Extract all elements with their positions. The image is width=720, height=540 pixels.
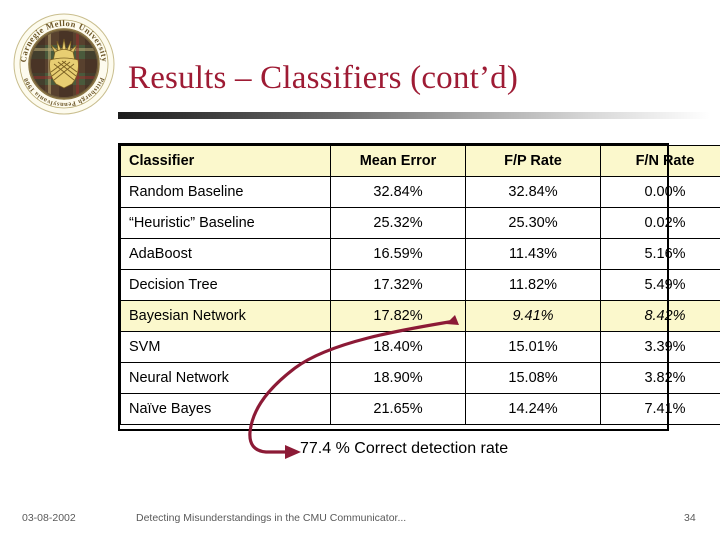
cell-fp-rate: 14.24% xyxy=(465,393,601,425)
cell-classifier: Neural Network xyxy=(120,362,331,394)
cell-classifier: Bayesian Network xyxy=(120,300,331,332)
cell-fn-rate: 5.49% xyxy=(600,269,720,301)
cell-mean-error: 25.32% xyxy=(330,207,466,239)
table-row: Neural Network 18.90% 15.08% 3.82% xyxy=(120,362,720,394)
cell-classifier: “Heuristic” Baseline xyxy=(120,207,331,239)
cell-mean-error: 32.84% xyxy=(330,176,466,208)
cell-mean-error: 21.65% xyxy=(330,393,466,425)
cell-fp-rate: 15.08% xyxy=(465,362,601,394)
table-row: “Heuristic” Baseline 25.32% 25.30% 0.02% xyxy=(120,207,720,239)
cell-mean-error: 18.40% xyxy=(330,331,466,363)
cell-classifier: Random Baseline xyxy=(120,176,331,208)
cell-fn-rate: 8.42% xyxy=(600,300,720,332)
cmu-seal-logo: Carnegie Mellon University Pittsburgh Pe… xyxy=(12,12,116,116)
table-row: Decision Tree 17.32% 11.82% 5.49% xyxy=(120,269,720,301)
table-row: SVM 18.40% 15.01% 3.39% xyxy=(120,331,720,363)
cell-classifier: AdaBoost xyxy=(120,238,331,270)
column-header-fp-rate: F/P Rate xyxy=(465,145,601,177)
table-row: Bayesian Network 17.82% 9.41% 8.42% xyxy=(120,300,720,332)
cell-fn-rate: 5.16% xyxy=(600,238,720,270)
cell-fn-rate: 3.82% xyxy=(600,362,720,394)
cell-fn-rate: 0.02% xyxy=(600,207,720,239)
table-row: AdaBoost 16.59% 11.43% 5.16% xyxy=(120,238,720,270)
detection-rate-caption: 77.4 % Correct detection rate xyxy=(300,440,509,457)
cell-fn-rate: 3.39% xyxy=(600,331,720,363)
title-divider-rule xyxy=(118,112,710,119)
results-table: Classifier Mean Error F/P Rate F/N Rate … xyxy=(120,145,720,425)
page-title: Results – Classifiers (cont’d) xyxy=(128,60,519,96)
cell-classifier: Decision Tree xyxy=(120,269,331,301)
cell-mean-error: 17.32% xyxy=(330,269,466,301)
cell-classifier: Naïve Bayes xyxy=(120,393,331,425)
cell-fp-rate: 15.01% xyxy=(465,331,601,363)
footer-date: 03-08-2002 xyxy=(22,512,76,524)
column-header-mean-error: Mean Error xyxy=(330,145,466,177)
cell-mean-error: 16.59% xyxy=(330,238,466,270)
cell-classifier: SVM xyxy=(120,331,331,363)
table-row: Naïve Bayes 21.65% 14.24% 7.41% xyxy=(120,393,720,425)
column-header-fn-rate: F/N Rate xyxy=(600,145,720,177)
cell-fp-rate: 32.84% xyxy=(465,176,601,208)
cell-fn-rate: 7.41% xyxy=(600,393,720,425)
column-header-classifier: Classifier xyxy=(120,145,331,177)
cell-fn-rate: 0.00% xyxy=(600,176,720,208)
cell-mean-error: 18.90% xyxy=(330,362,466,394)
cell-mean-error: 17.82% xyxy=(330,300,466,332)
footer-page-number: 34 xyxy=(684,512,696,524)
cell-fp-rate: 11.82% xyxy=(465,269,601,301)
footer-title-text: Detecting Misunderstandings in the CMU C… xyxy=(136,512,407,524)
cell-fp-rate: 11.43% xyxy=(465,238,601,270)
table-row: Random Baseline 32.84% 32.84% 0.00% xyxy=(120,176,720,208)
table-header-row: Classifier Mean Error F/P Rate F/N Rate xyxy=(120,145,720,177)
cell-fp-rate: 25.30% xyxy=(465,207,601,239)
cell-fp-rate: 9.41% xyxy=(465,300,601,332)
